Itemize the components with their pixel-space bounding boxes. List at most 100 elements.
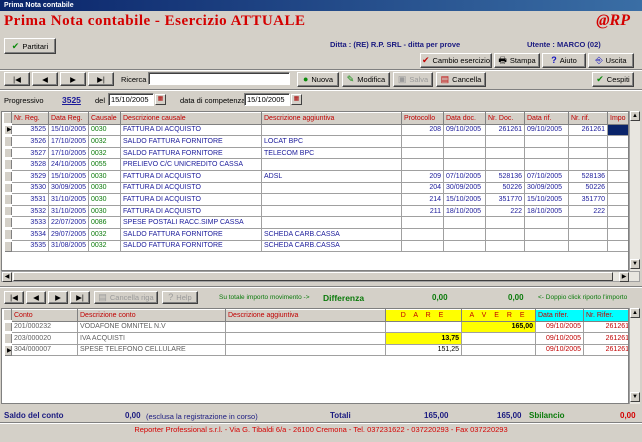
scroll-down-icon[interactable]: ▼ xyxy=(630,392,640,402)
row-selector[interactable] xyxy=(2,157,12,171)
column-header[interactable]: Protocollo xyxy=(401,112,444,125)
column-header[interactable]: Descrizione aggiuntiva xyxy=(225,309,386,322)
row-selector[interactable] xyxy=(2,319,12,333)
table-row[interactable]: 3534 29/07/2005 0032 SALDO FATTURA FORNITOR… xyxy=(2,226,628,241)
calendar-icon[interactable]: ▦ xyxy=(155,94,166,105)
table-row[interactable]: 3529 15/10/2005 0030 FATTURA DI ACQUISTO ADS… xyxy=(2,169,628,183)
column-header[interactable]: Impo xyxy=(607,112,628,125)
first-row-button[interactable]: |◀ xyxy=(4,291,24,304)
progressivo-value[interactable]: 3525 xyxy=(62,95,81,105)
table-row[interactable]: 3528 24/10/2005 0055 PRELIEVO C/C UNICREDIT… xyxy=(2,157,628,171)
horizontal-scrollbar[interactable]: ◀ ▶ xyxy=(1,271,640,282)
table-row[interactable]: 3533 22/07/2005 0086 SPESE POSTALI RACC.SIM… xyxy=(2,215,628,229)
cambio-esercizio-button[interactable]: ✔ Cambio esercizio xyxy=(420,53,492,68)
table-row[interactable]: 3526 17/10/2005 0032 SALDO FATTURA FORNITOR… xyxy=(2,134,628,148)
next-row-button[interactable]: ▶ xyxy=(48,291,68,304)
row-selector[interactable] xyxy=(2,215,12,229)
partitari-button[interactable]: ✔ Partitari xyxy=(4,38,56,54)
table-row[interactable]: 3532 31/10/2005 0030 FATTURA DI ACQUISTO 211… xyxy=(2,203,628,218)
stampa-label: Stampa xyxy=(509,56,536,65)
column-header[interactable]: Descrizione causale xyxy=(120,112,262,125)
table-row[interactable]: 3531 31/10/2005 0030 FATTURA DI ACQUISTO 214… xyxy=(2,192,628,206)
row-selector[interactable] xyxy=(2,145,12,160)
column-header[interactable]: Data rif. xyxy=(524,112,569,125)
column-header[interactable]: D A R E xyxy=(385,309,462,322)
table-row[interactable]: ▶ 304/000007 SPESE TELEFONO CELLULARE 151,2… xyxy=(2,342,628,356)
column-header[interactable]: Causale xyxy=(88,112,121,125)
table-cell xyxy=(568,216,608,229)
cespiti-label: Cespiti xyxy=(606,75,630,84)
row-selector[interactable] xyxy=(2,180,12,195)
table-cell: 208 xyxy=(401,124,444,137)
scroll-up-icon[interactable]: ▲ xyxy=(630,111,640,121)
row-selector[interactable]: ▶ xyxy=(2,342,12,356)
column-header[interactable]: Nr. rif. xyxy=(568,112,608,125)
row-selector[interactable] xyxy=(2,134,12,148)
ricerca-input[interactable] xyxy=(148,72,290,85)
modifica-button[interactable]: ✎ Modifica xyxy=(342,72,390,87)
table-cell xyxy=(261,193,402,206)
row-selector[interactable] xyxy=(2,169,12,183)
table-row[interactable]: 203/000020 IVA ACQUISTI 13,75 09/10/2005 261… xyxy=(2,331,628,345)
table-row[interactable]: 201/000232 VODAFONE OMNITEL N.V 165,00 09/1… xyxy=(2,319,628,333)
column-header[interactable]: Conto xyxy=(11,309,78,322)
aiuto-button[interactable]: ? Aiuto xyxy=(542,53,586,68)
ditta-info: Ditta : (RE) R.P. SRL - ditta per prove xyxy=(330,40,461,49)
table-cell xyxy=(401,135,444,148)
help-button[interactable]: ? Help xyxy=(162,291,198,304)
table-cell xyxy=(401,228,444,241)
column-header[interactable]: Nr. Reg. xyxy=(11,112,49,125)
row-selector[interactable] xyxy=(2,331,12,345)
column-header[interactable]: Descrizione aggiuntiva xyxy=(261,112,402,125)
table-row[interactable]: ▶ 3525 15/10/2005 0030 FATTURA DI ACQUISTO 20… xyxy=(2,122,628,137)
vertical-scrollbar-lower[interactable]: ▲ ▼ xyxy=(629,308,640,404)
row-selector[interactable] xyxy=(2,203,12,218)
calendar-icon[interactable]: ▦ xyxy=(291,94,302,105)
table-cell xyxy=(443,147,486,160)
row-selector[interactable]: ▶ xyxy=(2,122,12,137)
salva-button[interactable]: ▣ Salva xyxy=(393,72,433,87)
scroll-right-icon[interactable]: ▶ xyxy=(619,272,629,282)
row-selector[interactable] xyxy=(2,192,12,206)
column-header[interactable]: Data Reg. xyxy=(48,112,89,125)
scroll-down-icon[interactable]: ▼ xyxy=(630,259,640,269)
table-cell: 201/000232 xyxy=(11,321,78,333)
column-header[interactable]: Nr. Rifer. xyxy=(583,309,628,322)
first-icon: |◀ xyxy=(13,74,21,84)
table-row[interactable]: 3535 31/08/2005 0032 SALDO FATTURA FORNITOR… xyxy=(2,238,628,253)
prev-row-button[interactable]: ◀ xyxy=(26,291,46,304)
table-cell: FATTURA DI ACQUISTO xyxy=(120,193,262,206)
column-header[interactable]: Data doc. xyxy=(443,112,486,125)
column-header[interactable]: Nr. Doc. xyxy=(485,112,525,125)
prev-record-button[interactable]: ◀ xyxy=(32,72,58,86)
last-row-button[interactable]: ▶| xyxy=(70,291,90,304)
cancella-label: Cancella xyxy=(452,75,482,84)
row-selector[interactable] xyxy=(2,226,12,241)
table-row[interactable]: 3527 17/10/2005 0032 SALDO FATTURA FORNITOR… xyxy=(2,145,628,160)
column-header[interactable]: Data rifer. xyxy=(535,309,584,322)
first-record-button[interactable]: |◀ xyxy=(4,72,30,86)
uscita-button[interactable]: ⎆ Uscita xyxy=(588,53,634,68)
column-header[interactable]: A V E R E xyxy=(461,309,536,322)
last-record-button[interactable]: ▶| xyxy=(88,72,114,86)
column-header[interactable]: Descrizione conto xyxy=(77,309,226,322)
table-cell: 07/10/2005 xyxy=(524,170,569,183)
cespiti-button[interactable]: ✔ Cespiti xyxy=(592,72,634,87)
scroll-left-icon[interactable]: ◀ xyxy=(2,272,12,282)
vertical-scrollbar[interactable]: ▲ ▼ xyxy=(629,111,640,271)
cancella-button[interactable]: ▤ Cancella xyxy=(436,72,486,87)
data-registrazione-input[interactable]: 15/10/2005 xyxy=(108,93,154,106)
scroll-up-icon[interactable]: ▲ xyxy=(630,308,640,318)
next-record-button[interactable]: ▶ xyxy=(60,72,86,86)
nuova-button[interactable]: ● Nuova xyxy=(297,72,339,87)
table-cell: 165,00 xyxy=(461,321,536,333)
stampa-button[interactable]: 🖶 Stampa xyxy=(494,53,540,68)
table-cell: 3529 xyxy=(11,170,49,183)
utente-info: Utente : MARCO (02) xyxy=(527,40,601,49)
table-row[interactable]: 3530 30/09/2005 0030 FATTURA DI ACQUISTO 204… xyxy=(2,180,628,195)
data-competenza-input[interactable]: 15/10/2005 xyxy=(244,93,290,106)
scroll-thumb[interactable] xyxy=(13,272,613,281)
table-cell: SPESE POSTALI RACC.SIMP CASSA xyxy=(120,216,262,229)
row-selector[interactable] xyxy=(2,238,12,253)
cancella-riga-button[interactable]: ▤ Cancella riga xyxy=(94,291,158,304)
